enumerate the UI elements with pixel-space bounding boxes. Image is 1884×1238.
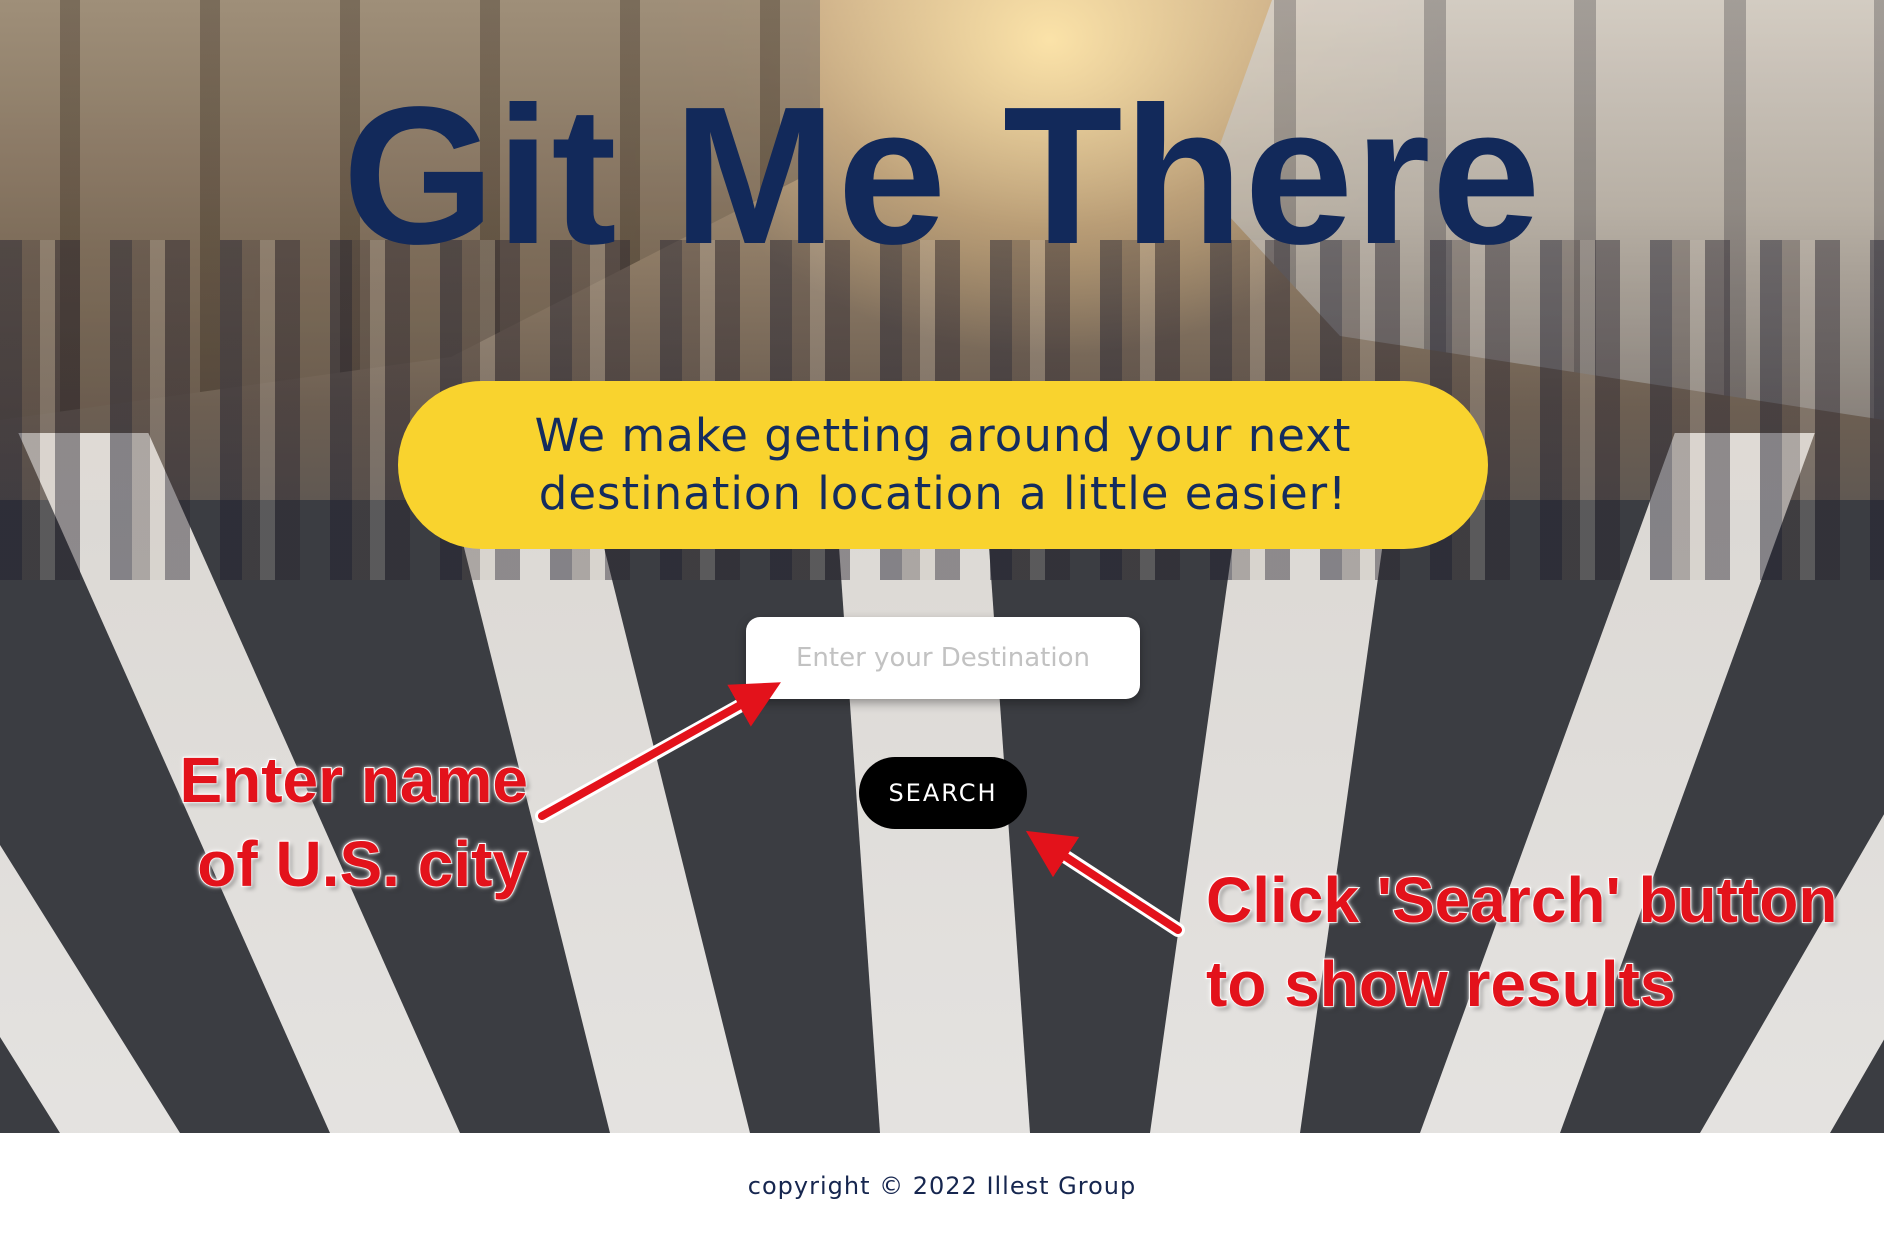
input-hint-line-2: of U.S. city [196, 827, 529, 901]
search-button[interactable]: SEARCH [859, 757, 1027, 829]
tagline-banner: We make getting around your next destina… [398, 381, 1488, 549]
page-title: Git Me There [342, 66, 1542, 285]
destination-search-input[interactable] [746, 617, 1140, 699]
input-hint-line-1: Enter name [178, 743, 529, 817]
page: Git Me There We make getting around your… [0, 0, 1884, 1238]
copyright-text: copyright © 2022 Illest Group [747, 1172, 1137, 1200]
button-hint-annotation: Click 'Search' button to show results [1205, 858, 1866, 1026]
button-hint-line-1: Click 'Search' button [1205, 863, 1838, 937]
input-hint-annotation: Enter name of U.S. city [148, 738, 529, 906]
tagline-text: We make getting around your next destina… [534, 409, 1352, 520]
button-hint-line-2: to show results [1205, 947, 1676, 1021]
